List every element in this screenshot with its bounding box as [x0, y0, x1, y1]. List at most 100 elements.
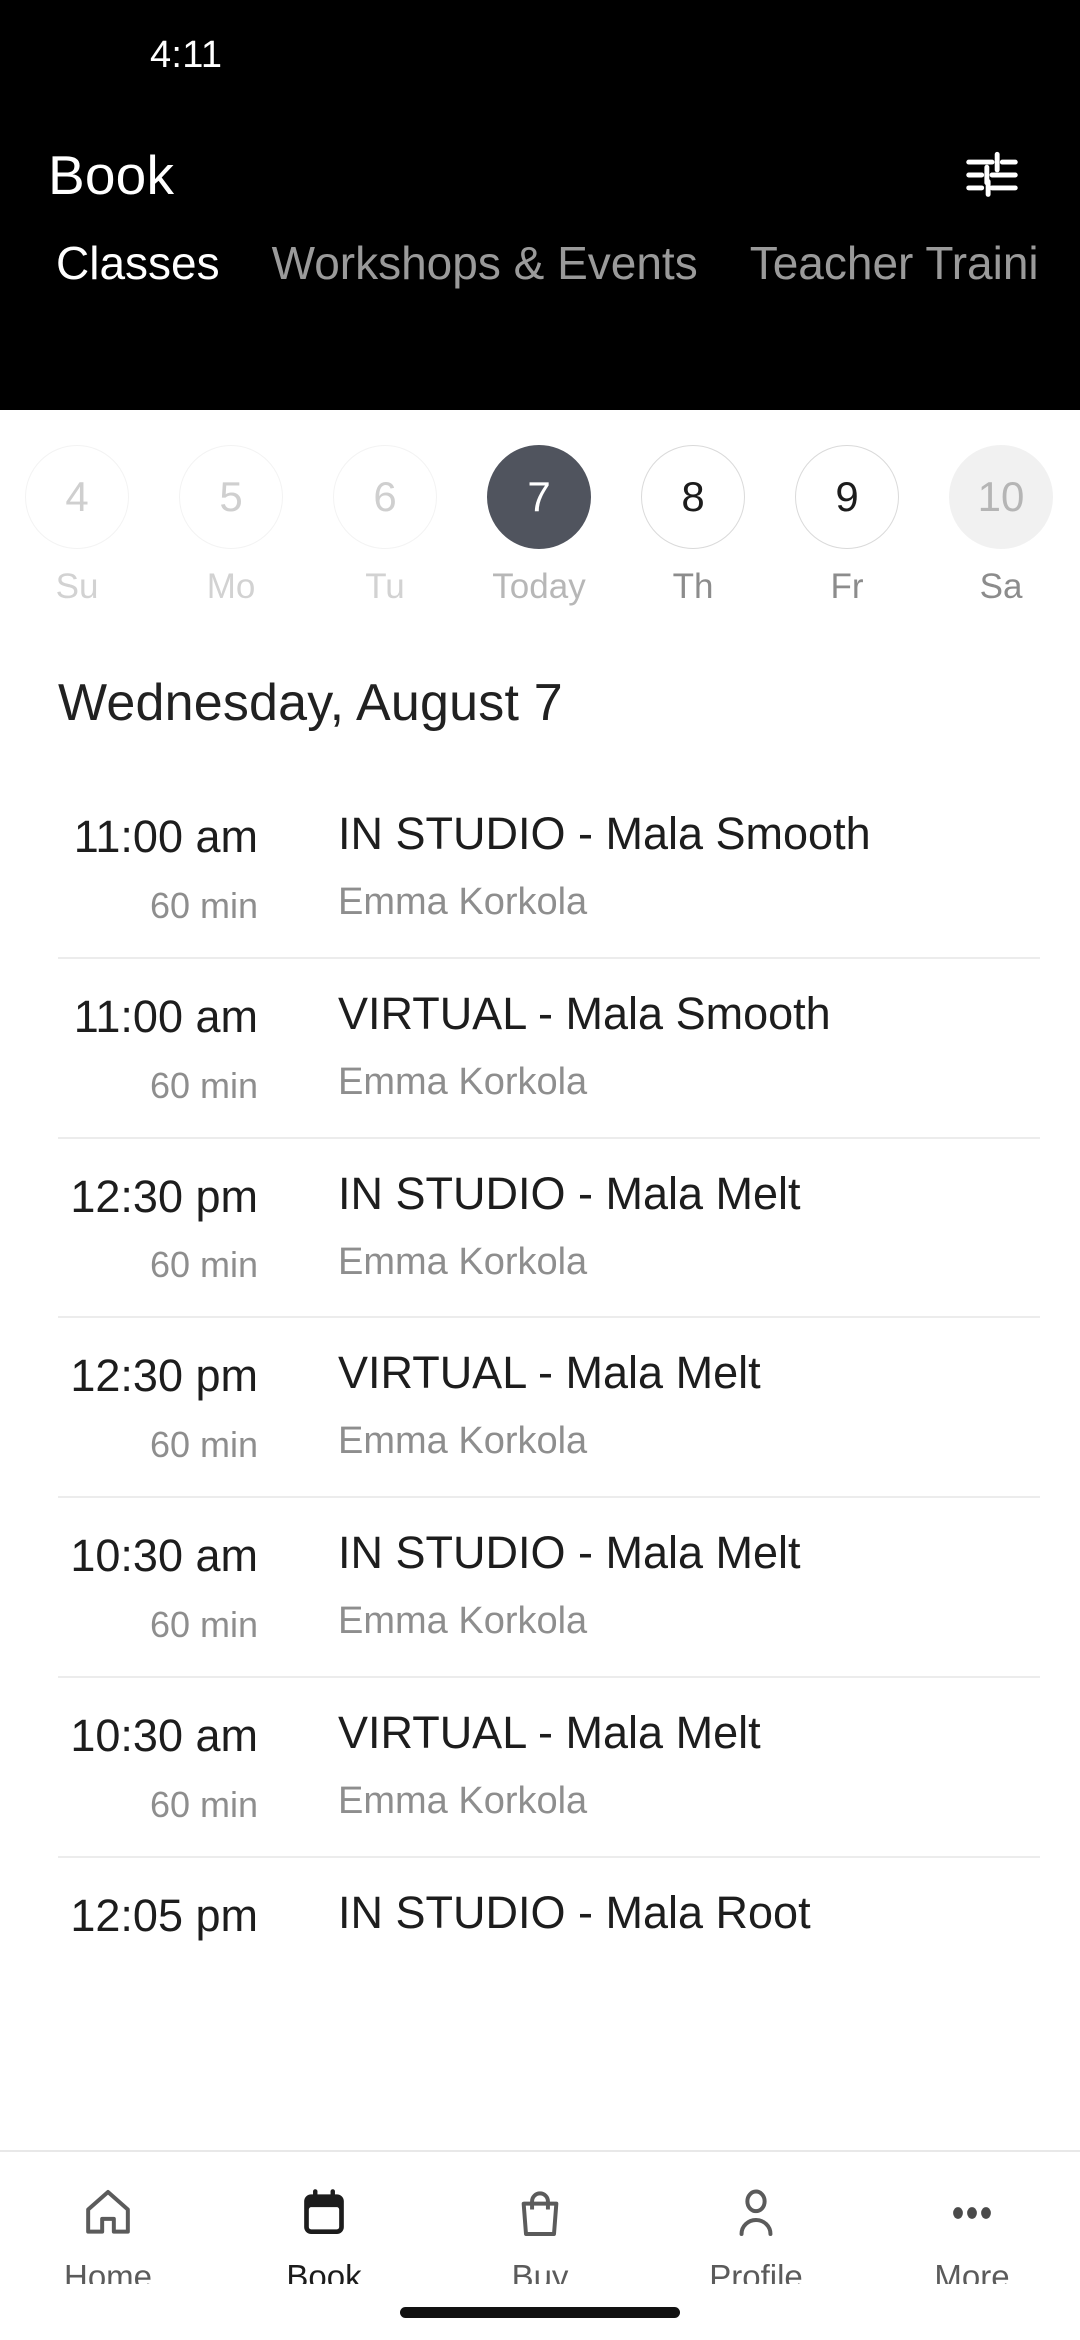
class-duration: 60 min [149, 1603, 258, 1645]
page-title: Book [48, 144, 175, 206]
tab-classes[interactable]: Classes [30, 240, 246, 286]
date-number: 4 [25, 445, 129, 549]
app-bar: Book [0, 110, 1080, 240]
date-cell-4[interactable]: 4 Su [0, 445, 154, 607]
tab-teacher-training[interactable]: Teacher Traini [724, 240, 1065, 286]
class-info-column: IN STUDIO - Mala Root [290, 1884, 1040, 1964]
nav-item-buy[interactable]: Buy [432, 2178, 648, 2296]
class-list-item[interactable]: 11:00 am 60 min VIRTUAL - Mala Smooth Em… [0, 956, 1080, 1137]
class-start-time: 11:00 am [73, 811, 258, 862]
class-title: VIRTUAL - Mala Melt [338, 1706, 761, 1758]
class-start-time: 10:30 am [70, 1709, 258, 1761]
date-weekday: Su [55, 567, 99, 606]
tab-bar: Classes Workshops & Events Teacher Train… [0, 240, 1080, 350]
list-divider [58, 1136, 1040, 1139]
class-start-time: 12:30 pm [70, 1350, 258, 1402]
class-time-column: 12:30 pm 60 min [0, 1344, 290, 1466]
more-dots-icon [944, 2178, 1000, 2248]
class-info-column: IN STUDIO - Mala Smooth Emma Korkola [290, 805, 1040, 927]
class-duration: 60 min [149, 1244, 258, 1286]
class-list-item[interactable]: 12:05 pm IN STUDIO - Mala Root [0, 1855, 1080, 1994]
list-divider [58, 1855, 1040, 1858]
tune-filter-icon[interactable] [952, 135, 1032, 215]
class-list-item[interactable]: 10:30 am 60 min IN STUDIO - Mala Melt Em… [0, 1496, 1080, 1676]
class-instructor: Emma Korkola [338, 1240, 588, 1283]
class-list-item[interactable]: 12:30 pm 60 min VIRTUAL - Mala Melt Emma… [0, 1316, 1080, 1496]
date-cell-9[interactable]: 9 Fr [770, 445, 924, 607]
class-title: IN STUDIO - Mala Root [338, 1886, 811, 1938]
class-info-column: IN STUDIO - Mala Melt Emma Korkola [290, 1524, 1040, 1646]
home-indicator-area [0, 2284, 1080, 2340]
class-duration: 60 min [149, 1783, 258, 1825]
calendar-icon [296, 2178, 352, 2248]
class-title: IN STUDIO - Mala Melt [338, 1167, 801, 1219]
class-title: IN STUDIO - Mala Melt [338, 1527, 801, 1578]
class-instructor: Emma Korkola [338, 1060, 588, 1103]
class-title: VIRTUAL - Mala Smooth [338, 987, 831, 1039]
date-number: 10 [949, 445, 1053, 549]
list-divider [58, 956, 1040, 959]
class-list-item[interactable]: 11:00 am 60 min IN STUDIO - Mala Smooth … [0, 777, 1080, 957]
class-title: IN STUDIO - Mala Smooth [338, 808, 871, 859]
list-divider [58, 1316, 1040, 1319]
class-instructor: Emma Korkola [338, 1779, 588, 1822]
nav-item-book[interactable]: Book [216, 2178, 432, 2296]
class-duration: 60 min [149, 1424, 258, 1465]
list-divider [58, 1496, 1040, 1498]
class-info-column: VIRTUAL - Mala Smooth Emma Korkola [290, 985, 1040, 1107]
class-instructor: Emma Korkola [338, 881, 588, 923]
class-schedule-list[interactable]: 11:00 am 60 min IN STUDIO - Mala Smooth … [0, 733, 1080, 2150]
person-icon [728, 2178, 784, 2248]
class-info-column: VIRTUAL - Mala Melt Emma Korkola [290, 1704, 1040, 1826]
class-start-time: 12:30 pm [70, 1170, 258, 1222]
date-cell-8[interactable]: 8 Th [616, 445, 770, 607]
class-start-time: 10:30 am [70, 1530, 258, 1581]
class-instructor: Emma Korkola [338, 1420, 588, 1463]
selected-date-heading: Wednesday, August 7 [58, 674, 563, 732]
app-header: 4:11 Book Classes Workshops & Events Tea… [0, 0, 1080, 410]
date-number: 6 [333, 445, 437, 549]
date-weekday: Tu [365, 567, 405, 606]
class-start-time: 12:05 pm [70, 1889, 258, 1941]
class-info-column: IN STUDIO - Mala Melt Emma Korkola [290, 1165, 1040, 1287]
class-list-item[interactable]: 12:30 pm 60 min IN STUDIO - Mala Melt Em… [0, 1136, 1080, 1317]
class-duration: 60 min [149, 884, 258, 926]
date-cell-10[interactable]: 10 Sa [924, 445, 1078, 607]
date-weekday: Fr [830, 567, 864, 606]
class-start-time: 11:00 am [73, 990, 258, 1042]
class-duration: 60 min [149, 1064, 258, 1106]
bag-icon [512, 2178, 568, 2248]
class-info-column: VIRTUAL - Mala Melt Emma Korkola [290, 1344, 1040, 1466]
class-title: VIRTUAL - Mala Melt [338, 1347, 761, 1399]
app-screen: 4:11 Book Classes Workshops & Events Tea… [0, 0, 1080, 2340]
class-time-column: 12:05 pm [0, 1884, 290, 1964]
date-number: 7 [487, 445, 591, 549]
date-weekday: Mo [206, 567, 256, 606]
date-weekday: Sa [979, 567, 1023, 606]
status-bar-clock: 4:11 [150, 33, 223, 76]
class-instructor: Emma Korkola [338, 1600, 588, 1642]
list-divider [58, 1675, 1040, 1678]
date-number: 8 [641, 445, 745, 549]
class-time-column: 10:30 am 60 min [0, 1524, 290, 1646]
status-bar: 4:11 [0, 0, 1080, 110]
date-cell-7-today[interactable]: 7 Today [462, 445, 616, 607]
date-selector[interactable]: 4 Su 5 Mo 6 Tu 7 Today 8 Th 9 Fr 10 Sa [0, 410, 1080, 645]
date-number: 9 [795, 445, 899, 549]
tab-workshops-events[interactable]: Workshops & Events [246, 240, 724, 286]
class-time-column: 11:00 am 60 min [0, 985, 290, 1107]
date-cell-6[interactable]: 6 Tu [308, 445, 462, 607]
home-icon [80, 2178, 136, 2248]
date-weekday: Th [672, 567, 714, 606]
class-list-item[interactable]: 10:30 am 60 min VIRTUAL - Mala Melt Emma… [0, 1675, 1080, 1856]
date-weekday: Today [492, 567, 586, 606]
class-time-column: 10:30 am 60 min [0, 1704, 290, 1826]
class-time-column: 11:00 am 60 min [0, 805, 290, 927]
nav-item-home[interactable]: Home [0, 2178, 216, 2296]
class-time-column: 12:30 pm 60 min [0, 1165, 290, 1287]
home-indicator[interactable] [400, 2306, 680, 2318]
date-cell-5[interactable]: 5 Mo [154, 445, 308, 607]
nav-item-more[interactable]: More [864, 2178, 1080, 2296]
nav-item-profile[interactable]: Profile [648, 2178, 864, 2296]
date-number: 5 [179, 445, 283, 549]
